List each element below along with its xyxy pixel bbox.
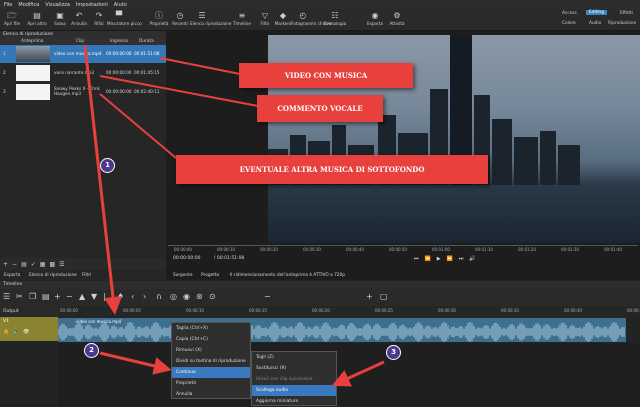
- arrow-line: [159, 57, 241, 75]
- arrow-line: [331, 360, 385, 387]
- callout-voiceover: COMMENTO VOCALE: [257, 95, 383, 122]
- step-badge: 2: [84, 343, 99, 358]
- arrow-line: [99, 93, 177, 159]
- arrow-line: [99, 351, 172, 375]
- callout-background-music: EVENTUALE ALTRA MUSICA DI SOTTOFONDO: [176, 155, 488, 184]
- step-badge: 1: [100, 158, 115, 173]
- callout-video-music: VIDEO CON MUSICA: [239, 63, 413, 88]
- arrow-line: [99, 75, 259, 107]
- step-badge: 3: [386, 345, 401, 360]
- arrow-line: [83, 45, 122, 315]
